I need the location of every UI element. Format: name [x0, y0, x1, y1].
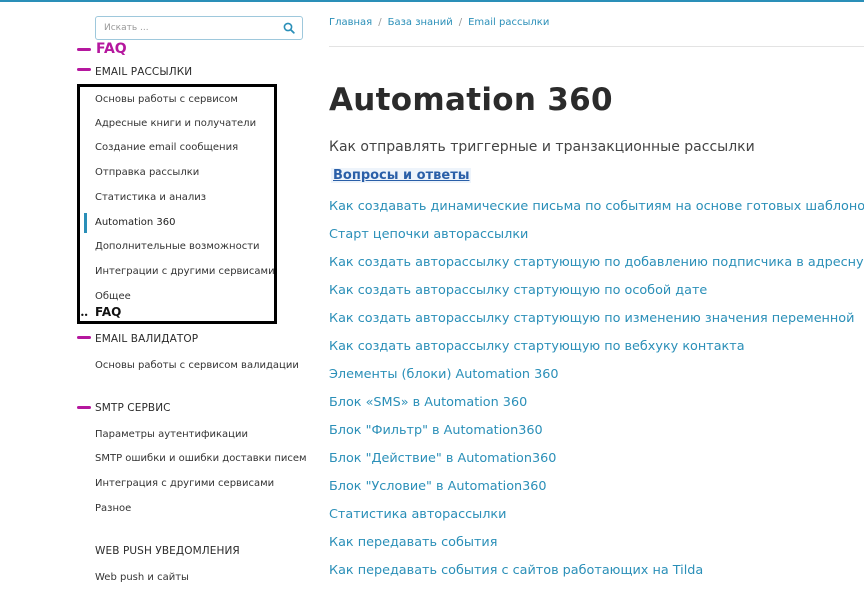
- section-title-web-push[interactable]: WEB PUSH УВЕДОМЛЕНИЯ: [95, 545, 240, 557]
- header-divider: [329, 46, 864, 47]
- article-link[interactable]: Блок "Условие" в Automation360: [329, 477, 864, 505]
- article-link[interactable]: Как создать авторассылку стартующую по и…: [329, 309, 864, 337]
- breadcrumb-separator: /: [378, 17, 382, 28]
- article-link[interactable]: Как создать авторассылку стартующую по о…: [329, 281, 864, 309]
- article-link[interactable]: Как создать авторассылку стартующую по в…: [329, 337, 864, 365]
- article-list: Как создавать динамические письма по соб…: [329, 197, 864, 589]
- annotation-faq-label-2: FAQ: [95, 305, 122, 319]
- annotation-mark: [77, 406, 91, 409]
- article-link[interactable]: Элементы (блоки) Automation 360: [329, 365, 864, 393]
- section-title-email-validator[interactable]: EMAIL ВАЛИДАТОР: [95, 333, 198, 345]
- breadcrumb-email-mailings[interactable]: Email рассылки: [468, 17, 549, 28]
- breadcrumb-separator: /: [458, 17, 463, 28]
- annotation-mark: [77, 68, 91, 71]
- breadcrumb-home[interactable]: Главная: [329, 17, 372, 28]
- article-link[interactable]: Блок "Фильтр" в Automation360: [329, 421, 864, 449]
- sidebar: FAQ EMAIL РАССЫЛКИ Основы работы с серви…: [0, 0, 310, 591]
- annotation-mark: [77, 336, 91, 339]
- article-link[interactable]: Статистика авторассылки: [329, 505, 864, 533]
- search-box: [95, 16, 303, 40]
- page-title: Automation 360: [329, 82, 613, 118]
- qa-heading[interactable]: Вопросы и ответы: [331, 168, 472, 183]
- sidebar-item-auth-params[interactable]: Параметры аутентификации: [95, 429, 248, 440]
- article-link[interactable]: Блок «SMS» в Automation 360: [329, 393, 864, 421]
- search-icon: [283, 22, 295, 34]
- annotation-box: [77, 84, 277, 324]
- sidebar-item-misc[interactable]: Разное: [95, 503, 131, 514]
- annotation-dots: ••: [80, 311, 89, 320]
- page-subtitle: Как отправлять триггерные и транзакционн…: [329, 139, 755, 155]
- sidebar-item-web-push-sites[interactable]: Web push и сайты: [95, 572, 189, 583]
- article-link[interactable]: Как создавать динамические письма по соб…: [329, 197, 864, 225]
- article-link[interactable]: Блок "Действие" в Automation360: [329, 449, 864, 477]
- search-input[interactable]: [96, 17, 274, 39]
- article-link[interactable]: Старт цепочки авторассылки: [329, 225, 864, 253]
- annotation-mark: [77, 48, 91, 51]
- sidebar-item-smtp-errors[interactable]: SMTP ошибки и ошибки доставки писем: [95, 453, 307, 464]
- breadcrumb: Главная / База знаний / Email рассылки: [329, 17, 549, 28]
- article-link[interactable]: Как передавать события с сайтов работающ…: [329, 561, 864, 589]
- search-button[interactable]: [276, 17, 302, 39]
- main-content: Главная / База знаний / Email рассылки Autom…: [329, 0, 864, 591]
- section-title-email-mailings[interactable]: EMAIL РАССЫЛКИ: [95, 66, 192, 78]
- breadcrumb-knowledge-base[interactable]: База знаний: [388, 17, 453, 28]
- annotation-faq-label: FAQ: [96, 41, 127, 57]
- section-title-smtp[interactable]: SMTP СЕРВИС: [95, 402, 171, 414]
- sidebar-item-validation-basics[interactable]: Основы работы с сервисом валидации: [95, 360, 299, 371]
- article-link[interactable]: Как передавать события: [329, 533, 864, 561]
- article-link[interactable]: Как создать авторассылку стартующую по д…: [329, 253, 864, 281]
- sidebar-item-smtp-integrations[interactable]: Интеграция с другими сервисами: [95, 478, 274, 489]
